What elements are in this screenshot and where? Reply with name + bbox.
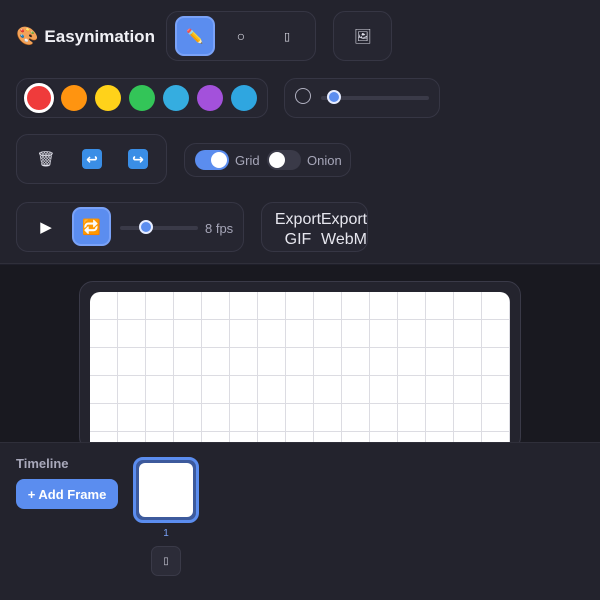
- color-swatch[interactable]: [95, 85, 121, 111]
- pencil-tool-button[interactable]: ✏️: [175, 16, 215, 56]
- color-swatch[interactable]: [163, 85, 189, 111]
- redo-button[interactable]: ↪: [118, 139, 158, 179]
- app-name: Easynimation: [44, 26, 155, 46]
- image-import-button[interactable]: 🖼: [343, 16, 383, 56]
- grid-toggle[interactable]: [195, 150, 229, 170]
- loop-icon: 🔁: [82, 218, 101, 236]
- onion-label: Onion: [307, 153, 342, 168]
- loop-button[interactable]: 🔁: [72, 207, 111, 246]
- timeline-panel: [0, 442, 600, 600]
- delete-icon: ▯: [163, 555, 169, 567]
- eraser-icon: ▯: [283, 30, 291, 43]
- color-swatch[interactable]: [61, 85, 87, 111]
- delete-frame-button[interactable]: ▯: [151, 546, 181, 576]
- color-swatch[interactable]: [231, 85, 257, 111]
- redo-icon: ↪: [128, 149, 148, 169]
- color-swatch[interactable]: [197, 85, 223, 111]
- app-title: 🎨 Easynimation: [16, 26, 155, 47]
- pencil-icon: ✏️: [186, 27, 204, 44]
- add-frame-button[interactable]: + Add Frame: [16, 479, 118, 509]
- frame-preview: [139, 463, 193, 517]
- timeline-title: Timeline: [16, 456, 69, 471]
- drawing-canvas[interactable]: [90, 292, 510, 442]
- color-swatch[interactable]: [24, 83, 54, 113]
- play-button[interactable]: ▶: [26, 207, 66, 247]
- circle-tool-button[interactable]: ○: [221, 16, 261, 56]
- play-icon: ▶: [40, 219, 52, 236]
- brush-size-icon: [295, 88, 311, 104]
- undo-button[interactable]: ↩: [72, 139, 112, 179]
- grid-label: Grid: [235, 153, 260, 168]
- onion-toggle[interactable]: [267, 150, 301, 170]
- frame-number: 1: [163, 528, 169, 539]
- clear-button[interactable]: 🗑: [26, 139, 66, 179]
- export-webm-button[interactable]: Export WebM: [318, 210, 370, 250]
- fps-value: 8 fps: [205, 221, 234, 236]
- trash-icon: 🗑: [36, 151, 56, 168]
- brush-size-slider[interactable]: [326, 90, 341, 104]
- fps-slider[interactable]: [138, 220, 153, 234]
- color-swatch[interactable]: [129, 85, 155, 111]
- fps-track[interactable]: [120, 226, 198, 230]
- undo-icon: ↩: [82, 149, 102, 169]
- circle-icon: ○: [236, 28, 246, 44]
- eraser-tool-button[interactable]: ▯: [267, 16, 307, 56]
- frame-thumbnail[interactable]: [133, 457, 199, 523]
- palette-logo-icon: 🎨: [16, 26, 39, 46]
- image-icon: 🖼: [354, 27, 372, 44]
